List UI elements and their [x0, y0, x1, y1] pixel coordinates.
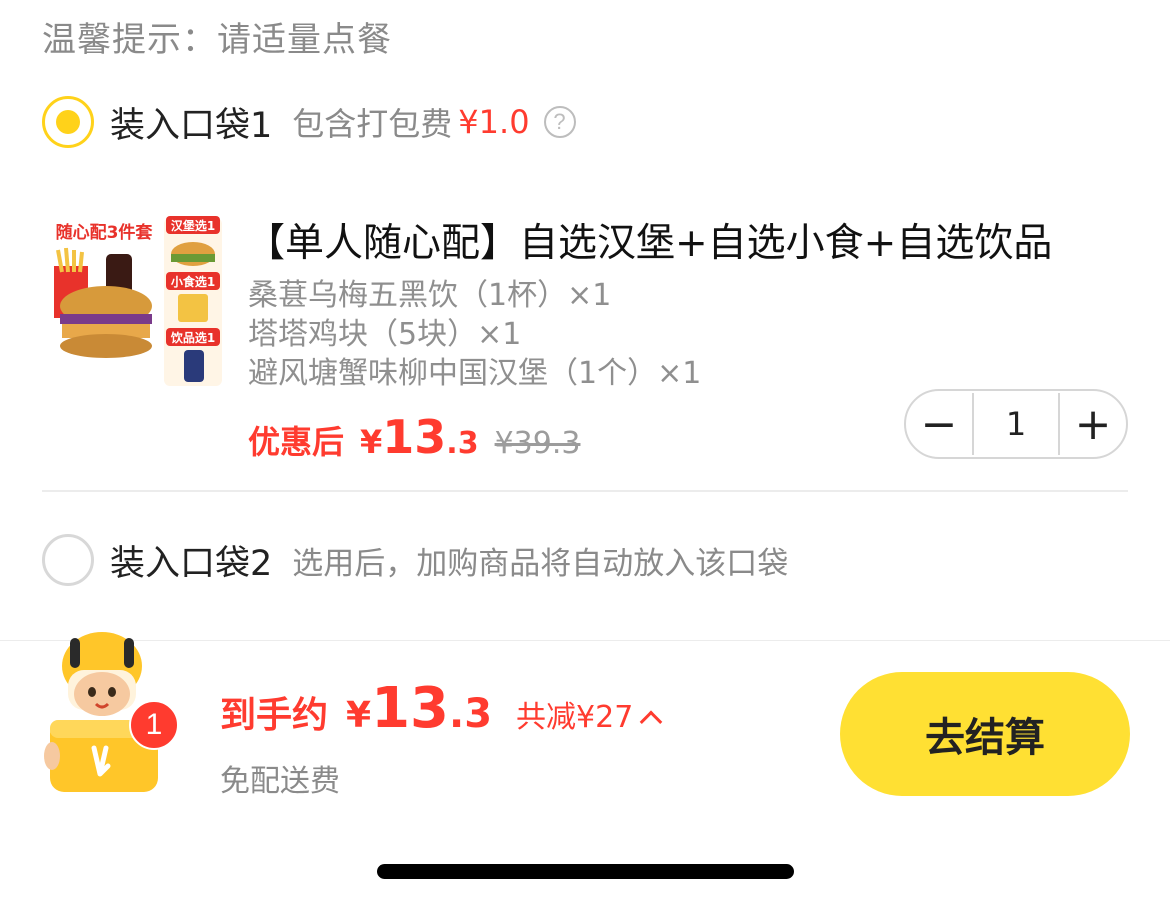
home-indicator [377, 864, 794, 879]
bag1-packaging-fee: ¥1.0 [458, 103, 530, 141]
discount-price-label: 优惠后 [248, 423, 345, 461]
quantity-value[interactable]: 1 [974, 405, 1058, 443]
tag-snack: 小食选1 [171, 274, 215, 289]
combo-badge-text: 随心配3件套 [56, 222, 154, 243]
product-items-list: 桑葚乌梅五黑饮（1杯）×1 塔塔鸡块（5块）×1 避风塘蟹味柳中国汉堡（1个）×… [248, 276, 701, 393]
bag1-radio[interactable] [42, 96, 94, 148]
discount-price-currency: ¥ [360, 423, 383, 461]
total-price-decimal: .3 [449, 691, 493, 737]
total-price-currency: ¥ [346, 695, 372, 736]
tag-burger: 汉堡选1 [171, 218, 215, 233]
total-savings[interactable]: 共减¥27 [516, 692, 633, 736]
bag2-radio[interactable] [42, 534, 94, 586]
product-title[interactable]: 【单人随心配】自选汉堡+自选小食+自选饮品 [246, 212, 1052, 268]
product-item: 塔塔鸡块（5块）×1 [248, 317, 522, 352]
order-tip: 温馨提示：请适量点餐 [42, 20, 392, 60]
checkout-button[interactable]: 去结算 [840, 672, 1130, 796]
discount-price-decimal: .3 [446, 426, 479, 461]
product-image[interactable]: 汉堡选1 小食选1 饮品选1 随心配3件套 [44, 210, 224, 388]
section-divider [42, 490, 1128, 492]
total-price-label: 到手约 [220, 695, 329, 736]
cart-count-badge: 1 [129, 700, 179, 750]
increase-quantity-button[interactable]: + [1060, 391, 1126, 457]
chevron-up-icon[interactable] [639, 710, 663, 734]
product-item: 避风塘蟹味柳中国汉堡（1个）×1 [248, 356, 702, 391]
discount-price-integer: 13 [382, 410, 447, 464]
total-price[interactable]: 到手约 ¥ 13 .3 共减¥27 [220, 676, 663, 741]
help-icon[interactable]: ? [543, 106, 576, 138]
bag1-row[interactable]: 装入口袋1 包含打包费 ¥1.0 ? [110, 100, 576, 146]
delivery-fee-text: 免配送费 [220, 764, 340, 799]
bag1-name: 装入口袋1 [110, 105, 273, 146]
discount-price: 优惠后 ¥ 13 .3 ¥39.3 [248, 410, 580, 464]
tag-drink: 饮品选1 [170, 330, 215, 345]
decrease-quantity-button[interactable]: − [906, 391, 972, 457]
original-price: ¥39.3 [494, 426, 581, 461]
combo-meal-illustration: 汉堡选1 小食选1 饮品选1 随心配3件套 [44, 210, 224, 388]
bag1-packaging-label: 包含打包费 [292, 105, 453, 143]
bag2-description: 选用后，加购商品将自动放入该口袋 [292, 545, 789, 582]
bag2-name: 装入口袋2 [110, 543, 273, 584]
quantity-stepper: − 1 + [904, 389, 1128, 459]
product-item: 桑葚乌梅五黑饮（1杯）×1 [248, 278, 612, 313]
total-price-integer: 13 [371, 676, 450, 741]
bag2-row[interactable]: 装入口袋2 选用后，加购商品将自动放入该口袋 [110, 538, 789, 584]
